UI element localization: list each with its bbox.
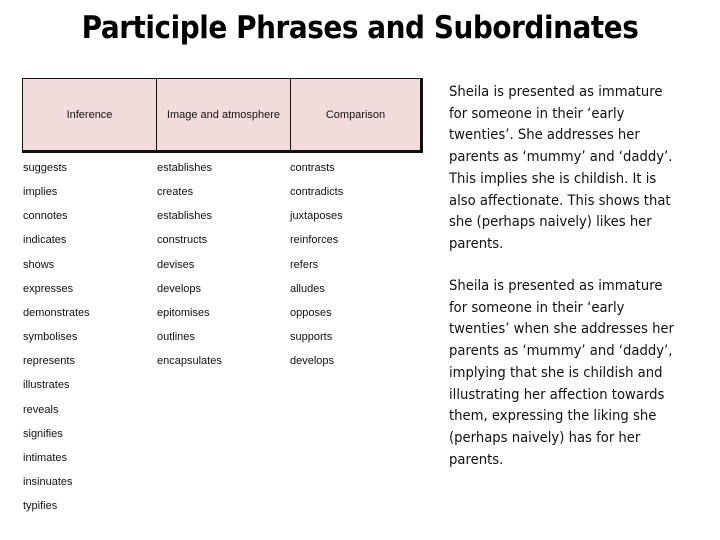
word-image-and-atmosphere: creates bbox=[157, 186, 194, 198]
word-inference: intimates bbox=[23, 452, 68, 464]
paragraph-line: This implies she is childish. It is bbox=[449, 170, 657, 187]
paragraph-line: Sheila is presented as immature bbox=[449, 278, 663, 294]
word-inference: symbolises bbox=[23, 331, 78, 343]
word-inference: insinuates bbox=[23, 476, 73, 488]
word-comparison: juxtaposes bbox=[290, 210, 343, 222]
page-title: Participle Phrases and Subordinates bbox=[81, 10, 639, 46]
word-comparison: opposes bbox=[290, 307, 332, 319]
word-inference: implies bbox=[23, 186, 58, 198]
paragraph-line: parents as ‘mummy’ and ‘daddy’, bbox=[449, 343, 673, 360]
word-inference: illustrates bbox=[23, 379, 70, 391]
paragraph-line: Sheila is presented as immature bbox=[449, 84, 663, 100]
word-inference: typifies bbox=[23, 500, 58, 512]
word-image-and-atmosphere: constructs bbox=[157, 234, 208, 246]
paragraph-participle-phrases: Sheila is presented as immature for someo… bbox=[449, 276, 691, 471]
header-comparison: Comparison bbox=[325, 108, 386, 121]
vocabulary-table-header: Inference Image and atmosphere Compariso… bbox=[22, 78, 423, 153]
paragraph-line: parents. bbox=[449, 451, 504, 468]
paragraph-line: twenties’. She addresses her bbox=[449, 127, 640, 144]
word-image-and-atmosphere: encapsulates bbox=[157, 355, 222, 367]
word-comparison: develops bbox=[290, 355, 335, 367]
word-image-and-atmosphere: establishes bbox=[157, 162, 213, 174]
header-image-and-atmosphere: Image and atmosphere bbox=[157, 79, 291, 150]
word-inference: suggests bbox=[23, 162, 68, 174]
word-inference: signifies bbox=[23, 428, 63, 440]
word-inference: indicates bbox=[23, 234, 67, 246]
paragraph-line: parents. bbox=[449, 235, 504, 252]
paragraph-separate-sentences: Sheila is presented as immature for someo… bbox=[449, 82, 691, 256]
header-inference: Inference bbox=[23, 79, 157, 150]
word-inference: represents bbox=[23, 355, 75, 367]
paragraph-line: parents as ‘mummy’ and ‘daddy’. bbox=[449, 149, 673, 166]
word-inference: connotes bbox=[23, 210, 68, 222]
word-comparison: contrasts bbox=[290, 162, 335, 174]
word-inference: demonstrates bbox=[23, 307, 90, 319]
word-comparison: refers bbox=[290, 259, 319, 271]
word-image-and-atmosphere: epitomises bbox=[157, 307, 210, 319]
paragraph-line: she (perhaps naively) likes her bbox=[449, 214, 652, 231]
paragraph-line: implying that she is childish and bbox=[449, 364, 663, 381]
word-comparison: contradicts bbox=[290, 186, 344, 198]
paragraph-line: illustrating her affection towards bbox=[449, 386, 665, 403]
paragraph-line: for someone in their ‘early bbox=[449, 105, 625, 122]
paragraph-line: twenties’ when she addresses her bbox=[449, 321, 674, 338]
paragraph-line: also affectionate. This shows that bbox=[449, 192, 671, 209]
word-image-and-atmosphere: establishes bbox=[157, 210, 213, 222]
word-comparison: reinforces bbox=[290, 234, 339, 246]
word-inference: shows bbox=[23, 259, 55, 271]
word-image-and-atmosphere: outlines bbox=[157, 331, 195, 343]
word-image-and-atmosphere: develops bbox=[157, 283, 202, 295]
word-image-and-atmosphere: devises bbox=[157, 259, 195, 271]
paragraph-line: for someone in their ‘early bbox=[449, 299, 625, 316]
word-comparison: supports bbox=[290, 331, 333, 343]
paragraph-line: them, expressing the liking she bbox=[449, 408, 657, 425]
word-comparison: alludes bbox=[290, 283, 325, 295]
word-inference: expresses bbox=[23, 283, 74, 295]
paragraph-line: (perhaps naively) has for her bbox=[449, 429, 641, 446]
word-inference: reveals bbox=[23, 404, 59, 416]
